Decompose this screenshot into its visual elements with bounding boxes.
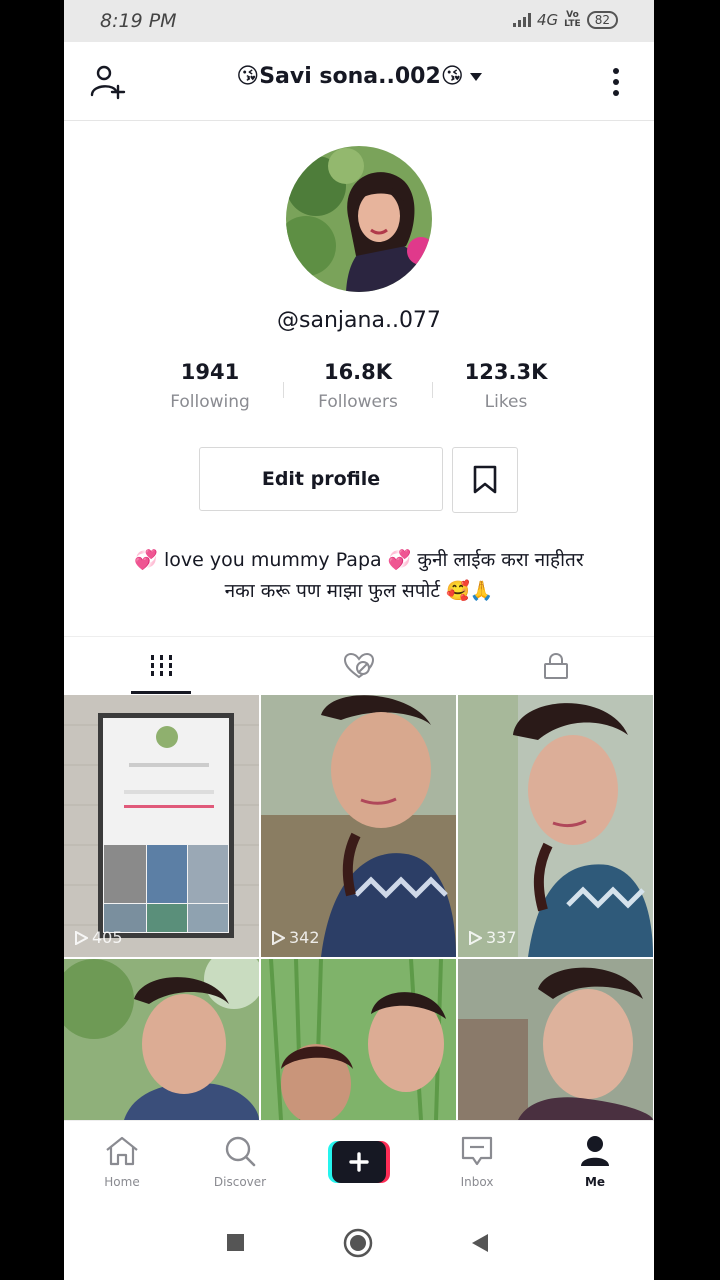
grid-icon bbox=[151, 655, 172, 676]
view-count: 342 bbox=[271, 928, 320, 947]
create-video-button[interactable] bbox=[328, 1141, 390, 1183]
video-thumbnail[interactable] bbox=[458, 959, 653, 1120]
network-type: 4G bbox=[537, 11, 559, 29]
profile-tabs bbox=[64, 636, 654, 695]
account-name: 😘Savi sona..002😘 bbox=[236, 64, 464, 89]
video-thumbnail[interactable] bbox=[64, 959, 259, 1120]
tab-videos[interactable] bbox=[64, 637, 260, 695]
video-grid: 405 342 337 bbox=[64, 695, 654, 1120]
tab-liked[interactable] bbox=[261, 637, 457, 695]
bio: 💞 love you mummy Papa 💞 कुनी लाईक करा ना… bbox=[104, 545, 614, 607]
likes-count: 123.3K bbox=[464, 360, 548, 384]
nav-discover[interactable]: Discover bbox=[195, 1135, 285, 1189]
nav-discover-label: Discover bbox=[213, 1175, 267, 1189]
play-icon bbox=[469, 930, 482, 945]
profile-stats: 1941 Following 16.8K Followers 123.3K Li… bbox=[64, 360, 654, 430]
play-icon bbox=[272, 930, 285, 945]
nav-inbox[interactable]: Inbox bbox=[432, 1135, 522, 1189]
video-thumbnail[interactable] bbox=[261, 959, 456, 1120]
profile-header: 😘Savi sona..002😘 bbox=[64, 42, 654, 121]
bottom-nav: Home Discover Inbox Me bbox=[64, 1120, 654, 1206]
status-time: 8:19 PM bbox=[100, 10, 177, 32]
inbox-icon bbox=[461, 1136, 493, 1166]
volte-badge: Vo LTE bbox=[564, 10, 581, 29]
nav-inbox-label: Inbox bbox=[460, 1175, 494, 1189]
liked-heart-hidden-icon bbox=[343, 652, 375, 679]
stat-divider bbox=[283, 382, 284, 398]
nav-home-label: Home bbox=[104, 1175, 140, 1189]
bookmark-icon bbox=[473, 465, 497, 494]
bio-line-2: नका करू पण माझा फुल सपोर्ट 🥰🙏 bbox=[224, 580, 494, 602]
profile-icon bbox=[581, 1136, 609, 1166]
following-count: 1941 bbox=[180, 360, 240, 384]
home-button[interactable] bbox=[343, 1228, 373, 1258]
chevron-down-icon bbox=[469, 73, 482, 81]
followers-count: 16.8K bbox=[323, 360, 393, 384]
play-icon bbox=[75, 930, 88, 945]
video-thumbnail[interactable]: 342 bbox=[261, 695, 456, 957]
tab-private[interactable] bbox=[458, 637, 654, 695]
home-icon bbox=[106, 1136, 138, 1166]
search-icon bbox=[225, 1136, 256, 1167]
username: @sanjana..077 bbox=[277, 308, 441, 333]
signal-icon bbox=[513, 13, 531, 27]
following-label: Following bbox=[170, 392, 250, 412]
account-switcher[interactable]: 😘Savi sona..002😘 bbox=[64, 64, 654, 89]
video-thumbnail[interactable]: 405 bbox=[64, 695, 259, 957]
phone-screen: 8:19 PM 4G Vo LTE 82 😘Savi sona..002😘 @s… bbox=[64, 0, 654, 1280]
stat-following[interactable]: 1941 Following bbox=[135, 360, 285, 412]
stat-followers[interactable]: 16.8K Followers bbox=[283, 360, 433, 412]
nav-me[interactable]: Me bbox=[550, 1135, 640, 1189]
view-count: 337 bbox=[468, 928, 517, 947]
view-count: 405 bbox=[74, 928, 123, 947]
stat-divider bbox=[432, 382, 433, 398]
more-vertical-icon[interactable] bbox=[596, 62, 636, 102]
nav-home[interactable]: Home bbox=[77, 1135, 167, 1189]
bio-line-1: 💞 love you mummy Papa 💞 कुनी लाईक करा ना… bbox=[134, 549, 584, 571]
avatar[interactable] bbox=[286, 146, 432, 292]
stat-likes[interactable]: 123.3K Likes bbox=[431, 360, 581, 412]
back-button[interactable] bbox=[472, 1234, 488, 1252]
lock-icon bbox=[544, 652, 568, 679]
likes-label: Likes bbox=[484, 392, 528, 412]
favorites-button[interactable] bbox=[452, 447, 518, 513]
active-tab-indicator bbox=[131, 691, 191, 694]
status-right: 4G Vo LTE 82 bbox=[513, 11, 618, 29]
status-bar: 8:19 PM 4G Vo LTE 82 bbox=[64, 0, 654, 42]
video-thumbnail[interactable]: 337 bbox=[458, 695, 653, 957]
edit-profile-button[interactable]: Edit profile bbox=[199, 447, 443, 511]
system-nav-bar bbox=[64, 1205, 654, 1280]
recents-button[interactable] bbox=[227, 1234, 244, 1251]
nav-me-label: Me bbox=[584, 1175, 606, 1189]
battery-icon: 82 bbox=[586, 11, 618, 29]
followers-label: Followers bbox=[318, 392, 398, 412]
